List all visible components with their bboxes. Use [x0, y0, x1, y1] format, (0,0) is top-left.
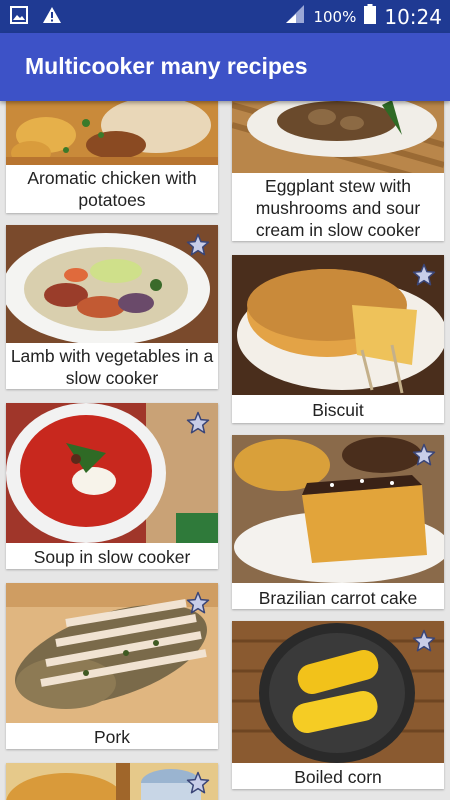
recipe-title: Aromatic chicken with potatoes — [27, 168, 197, 210]
recipe-card-biscuit[interactable]: Biscuit — [232, 255, 444, 423]
recipe-card-brazilian-carrot-cake[interactable]: Brazilian carrot cake — [232, 435, 444, 609]
star-outline-icon[interactable] — [412, 629, 436, 653]
recipe-title: Biscuit — [312, 400, 364, 420]
recipe-title: Pork — [94, 727, 130, 747]
recipe-image — [232, 101, 444, 173]
star-outline-icon[interactable] — [186, 591, 210, 615]
recipe-card-pork[interactable]: Pork — [6, 583, 218, 749]
star-outline-icon[interactable] — [186, 411, 210, 435]
signal-icon — [285, 4, 305, 29]
star-outline-icon[interactable] — [412, 263, 436, 287]
app-bar: Multicooker many recipes — [0, 33, 450, 101]
image-icon — [10, 6, 28, 29]
recipe-title: Soup in slow cooker — [33, 547, 191, 567]
recipe-card-bread[interactable] — [6, 763, 218, 800]
recipe-title: Boiled corn — [294, 767, 382, 787]
recipe-card-lamb[interactable]: Lamb with vegetables in a slow cooker — [6, 225, 218, 389]
status-bar: 100% 10:24 — [0, 0, 450, 33]
battery-percentage: 100% — [313, 7, 357, 26]
star-outline-icon[interactable] — [186, 771, 210, 795]
recipe-card-eggplant-stew[interactable]: Eggplant stew with mushrooms and sour cr… — [232, 101, 444, 241]
warning-icon — [42, 6, 62, 29]
recipe-grid[interactable]: Aromatic chicken with potatoes Lamb with… — [0, 101, 450, 800]
star-outline-icon[interactable] — [186, 233, 210, 257]
recipe-card-boiled-corn[interactable]: Boiled corn — [232, 621, 444, 789]
recipe-card-soup[interactable]: Soup in slow cooker — [6, 403, 218, 569]
app-title: Multicooker many recipes — [25, 53, 308, 79]
clock: 10:24 — [384, 4, 442, 29]
star-outline-icon[interactable] — [412, 443, 436, 467]
battery-icon — [364, 4, 377, 29]
recipe-card-aromatic-chicken[interactable]: Aromatic chicken with potatoes — [6, 101, 218, 213]
recipe-image — [6, 101, 218, 165]
recipe-title: Brazilian carrot cake — [258, 588, 418, 608]
recipe-title: Eggplant stew with mushrooms and sour cr… — [255, 176, 421, 240]
recipe-title: Lamb with vegetables in a slow cooker — [10, 346, 214, 388]
